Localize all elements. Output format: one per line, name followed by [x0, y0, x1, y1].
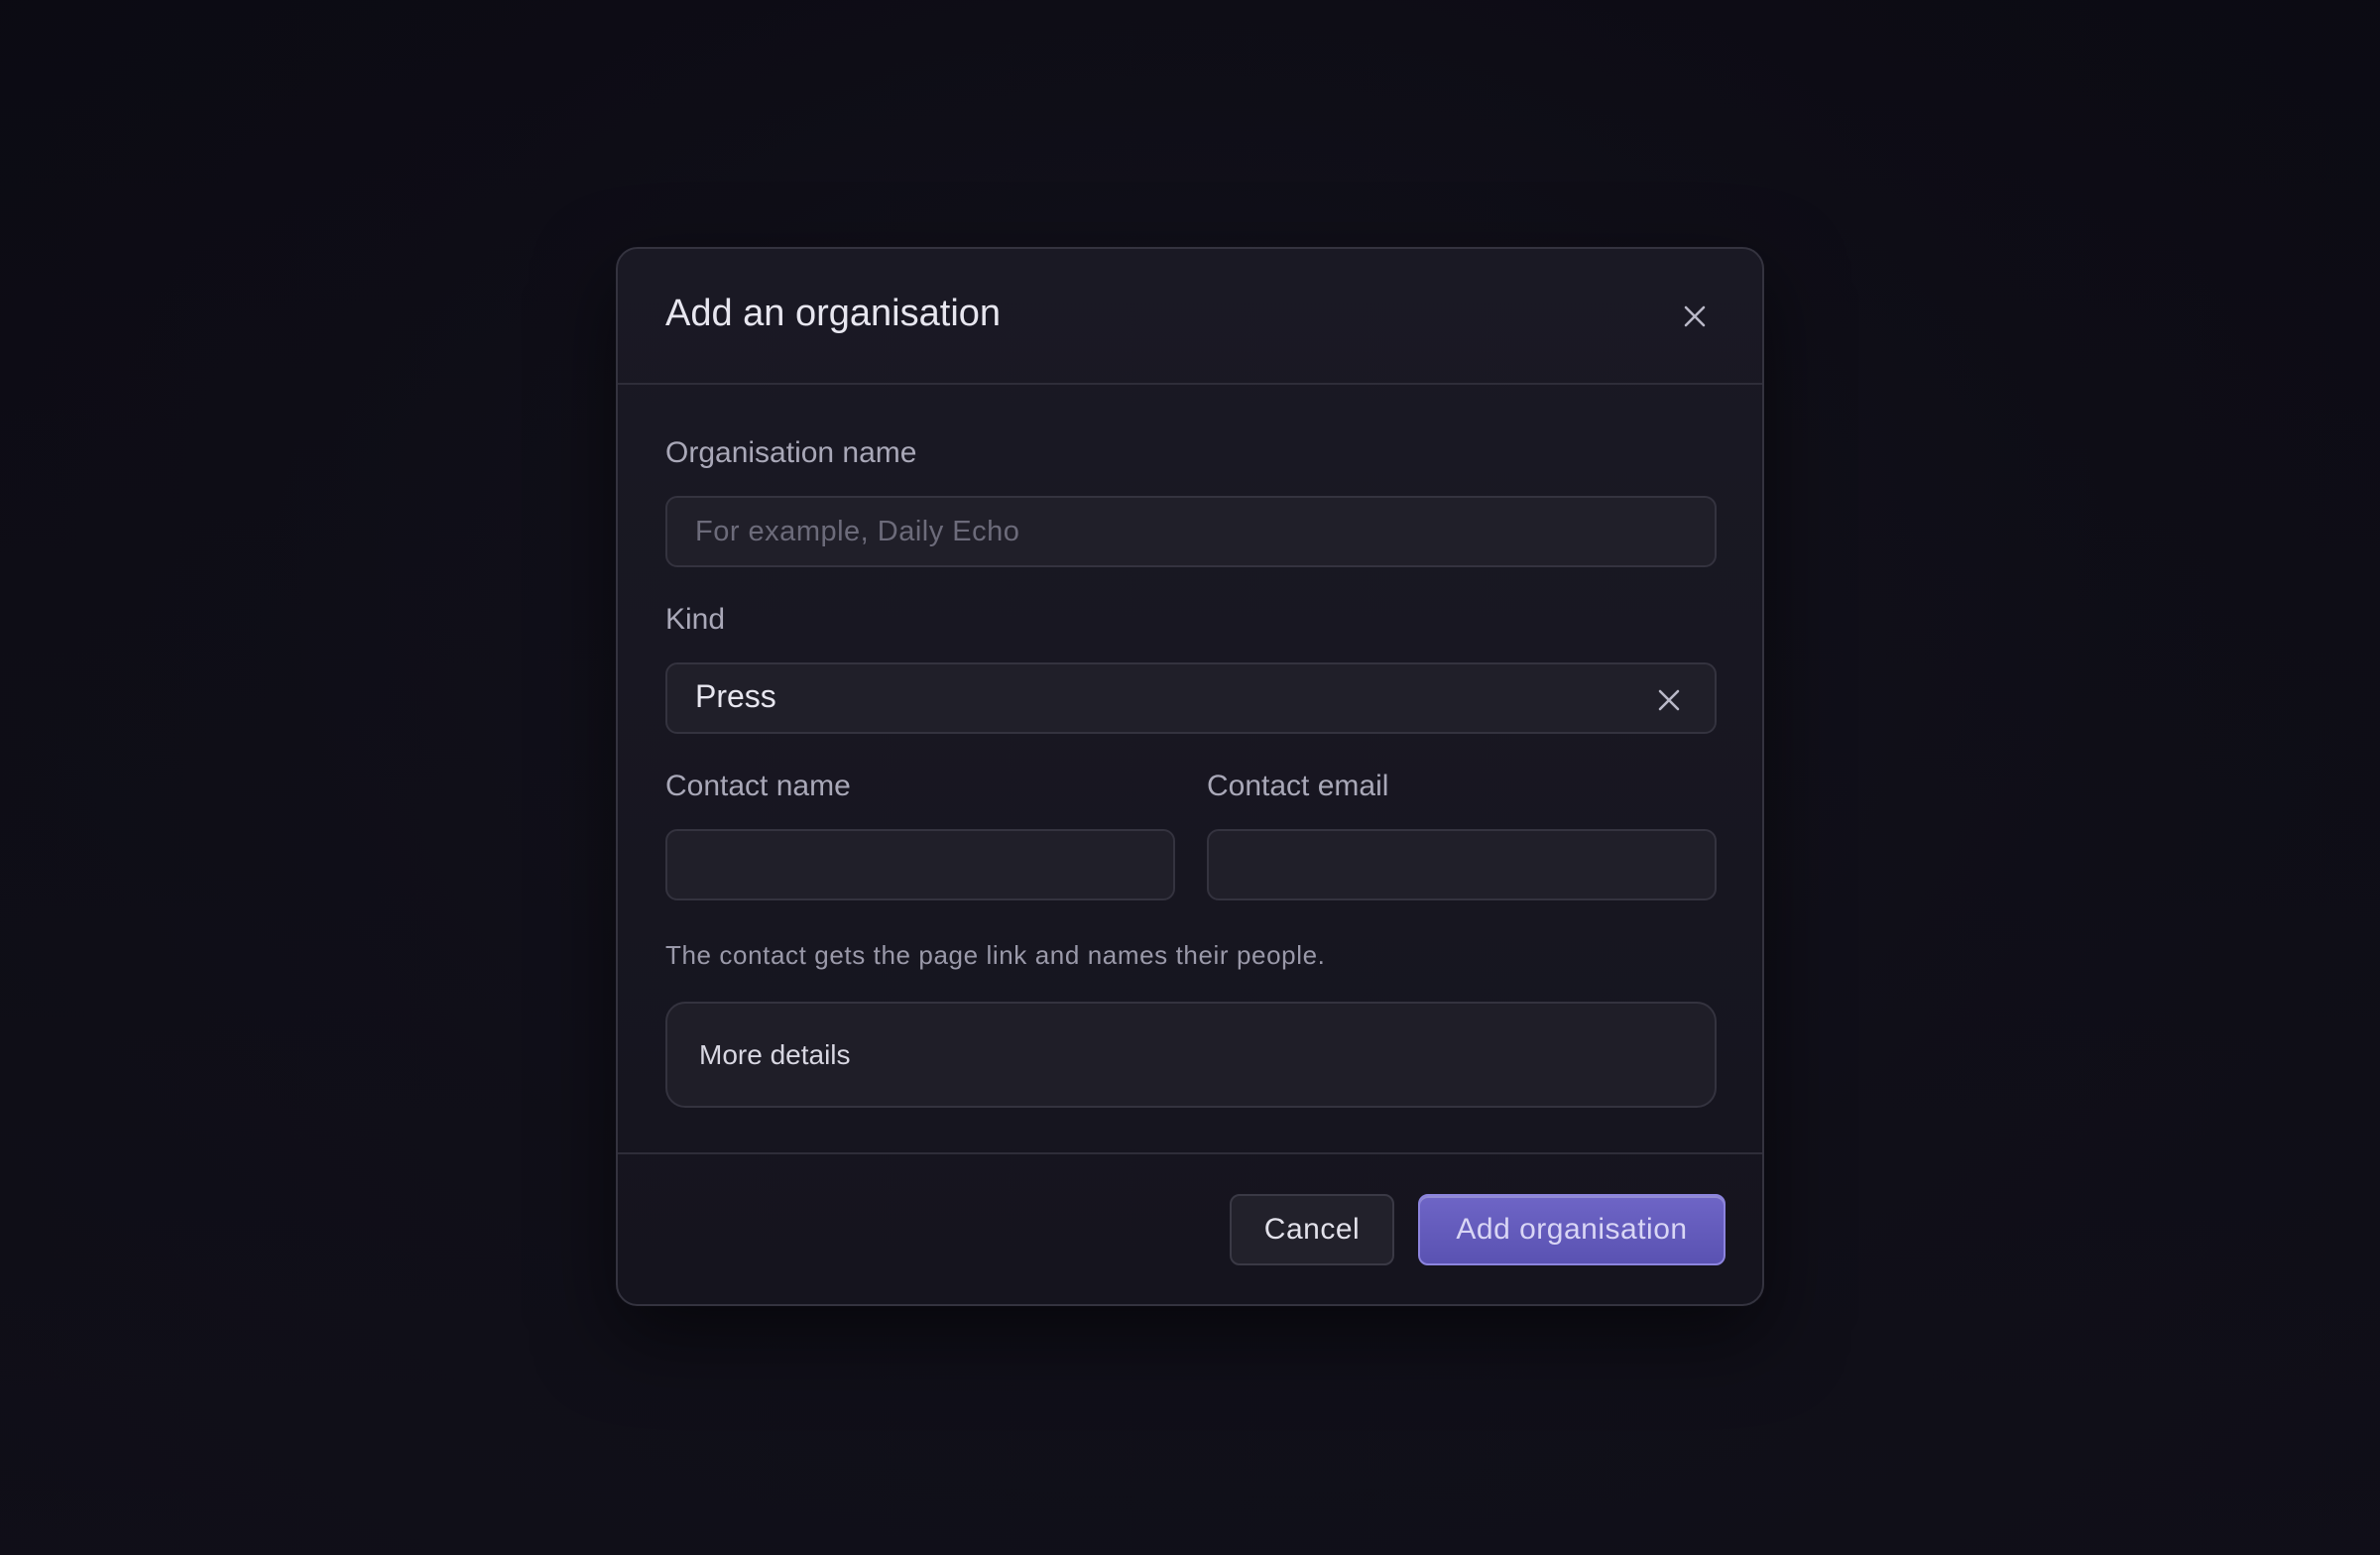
close-button[interactable] — [1675, 297, 1715, 336]
contact-name-label: Contact name — [665, 770, 851, 802]
kind-clear-button[interactable] — [1653, 684, 1685, 716]
kind-select[interactable]: Press — [665, 662, 1717, 734]
contact-email-label: Contact email — [1207, 770, 1389, 802]
organisation-name-label: Organisation name — [665, 436, 917, 469]
contact-hint-text: The contact gets the page link and names… — [665, 940, 1326, 970]
cancel-button[interactable]: Cancel — [1230, 1194, 1394, 1265]
contact-email-input[interactable] — [1207, 829, 1717, 900]
dialog-footer: Cancel Add organisation — [618, 1152, 1762, 1304]
organisation-name-input[interactable] — [665, 496, 1717, 567]
add-organisation-dialog: Add an organisation Organisation name Ki… — [616, 247, 1764, 1306]
kind-label: Kind — [665, 603, 726, 636]
contact-name-input[interactable] — [665, 829, 1175, 900]
close-icon — [1684, 305, 1706, 327]
kind-selected-value: Press — [695, 678, 776, 714]
dialog-title: Add an organisation — [665, 293, 1002, 334]
more-details-disclosure[interactable]: More details — [665, 1002, 1717, 1108]
more-details-label: More details — [699, 1039, 851, 1070]
close-icon — [1658, 689, 1680, 711]
dialog-header: Add an organisation — [618, 249, 1762, 385]
add-organisation-button[interactable]: Add organisation — [1418, 1194, 1726, 1265]
